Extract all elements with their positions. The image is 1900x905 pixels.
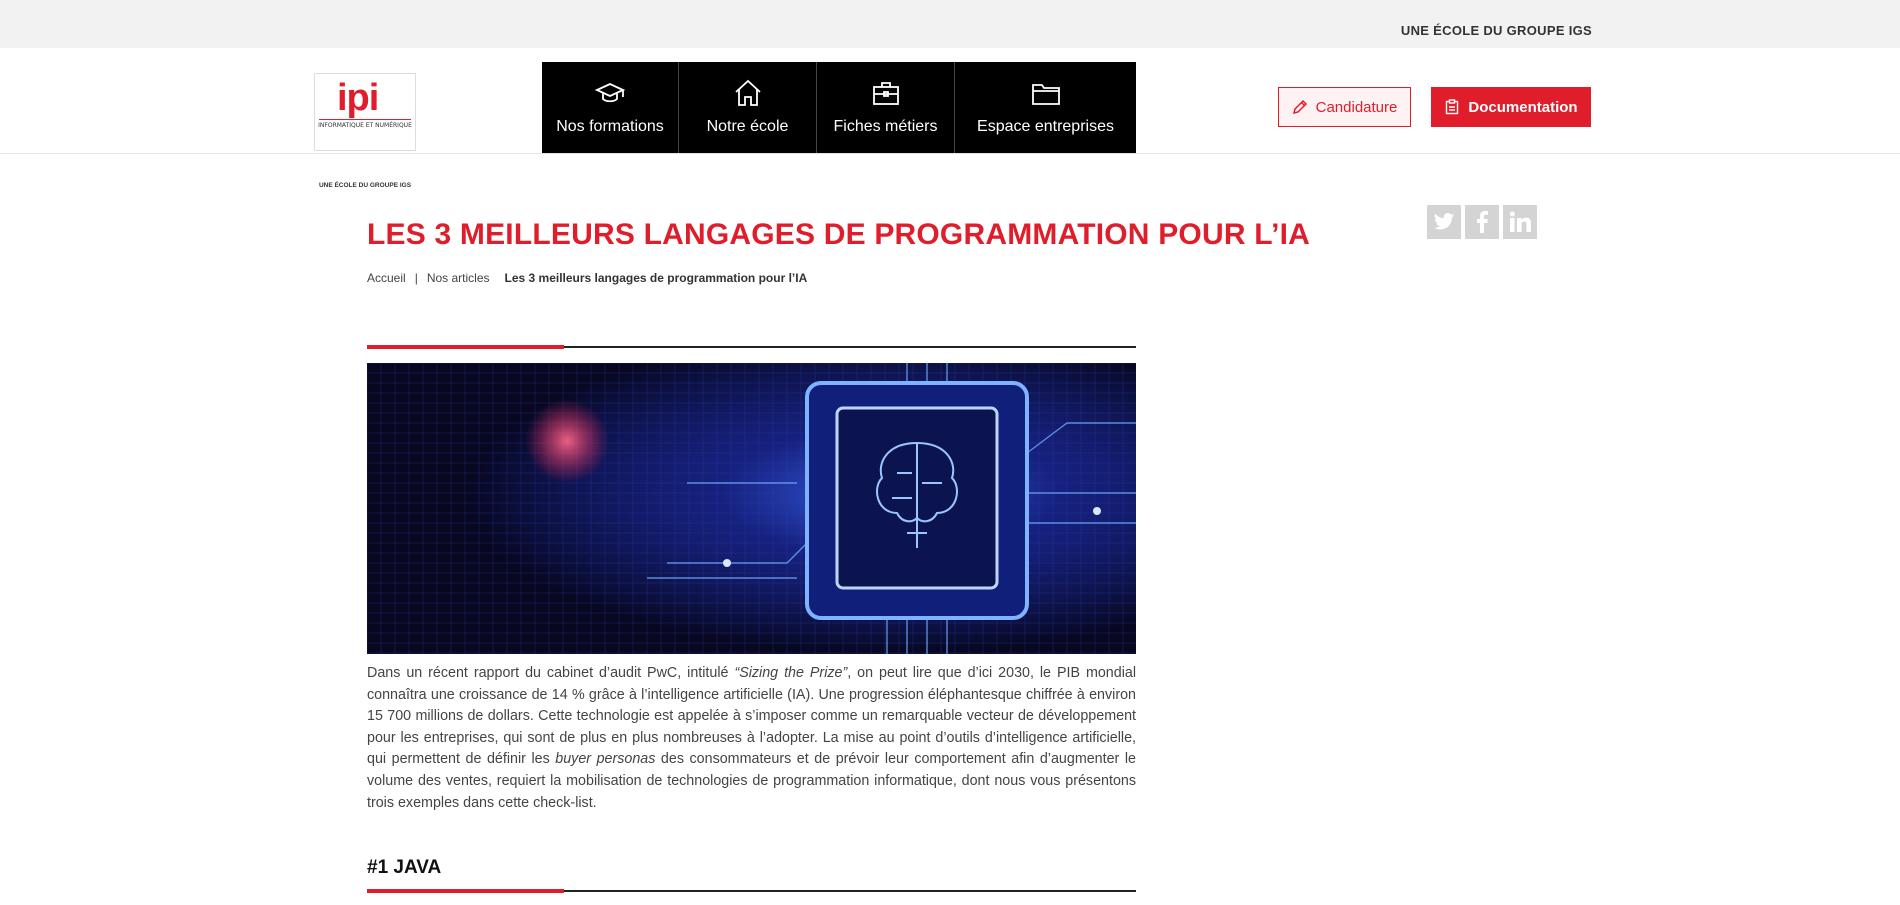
facebook-icon: [1477, 211, 1488, 233]
nav-label: Nos formations: [556, 118, 664, 135]
divider-accent: [367, 889, 564, 893]
nav-item-metiers[interactable]: Fiches métiers: [817, 62, 955, 153]
graduation-cap-icon: [595, 83, 625, 103]
group-label[interactable]: UNE ÉCOLE DU GROUPE IGS: [1401, 23, 1592, 38]
home-icon: [734, 79, 761, 106]
nav-item-entreprises[interactable]: Espace entreprises: [955, 62, 1136, 153]
section-heading-java: #1 JAVA: [367, 857, 442, 878]
nav-label: Fiches métiers: [833, 118, 938, 135]
intro-text-1: Dans un récent rapport du cabinet d’audi…: [367, 665, 735, 681]
logo-group-text: UNE ÉCOLE DU GROUPE IGS: [318, 182, 412, 189]
linkedin-icon: [1509, 211, 1531, 232]
divider-accent: [367, 345, 564, 349]
breadcrumb-current: Les 3 meilleurs langages de programmatio…: [504, 271, 808, 285]
documentation-label: Documentation: [1468, 98, 1578, 116]
share-linkedin[interactable]: [1503, 205, 1537, 239]
ai-chip-illustration: [367, 363, 1136, 654]
share-facebook[interactable]: [1465, 205, 1499, 239]
candidature-button[interactable]: Candidature: [1278, 87, 1411, 127]
breadcrumb-home[interactable]: Accueil: [367, 271, 406, 285]
share-twitter[interactable]: [1427, 205, 1461, 239]
intro-emphasis-2: buyer personas: [555, 751, 656, 768]
nav-item-ecole[interactable]: Notre école: [679, 62, 817, 153]
logo-brand: ipi: [337, 77, 379, 119]
intro-emphasis-1: “Sizing the Prize”: [734, 665, 848, 681]
ipi-logo[interactable]: ipi INFORMATIQUE ET NUMÉRIQUE: [314, 73, 416, 151]
documentation-button[interactable]: Documentation: [1431, 87, 1591, 127]
share-buttons: [1427, 205, 1537, 239]
folder-icon: [1031, 84, 1060, 105]
breadcrumb-separator: |: [414, 271, 418, 285]
nav-item-formations[interactable]: Nos formations: [542, 62, 679, 153]
breadcrumb: Accueil | Nos articles Les 3 meilleurs l…: [367, 271, 807, 285]
section-divider: [367, 345, 1136, 349]
main-nav: Nos formations Notre école Fiches métier…: [542, 62, 1136, 153]
logo-rule: [319, 119, 411, 120]
nav-label: Espace entreprises: [977, 118, 1114, 135]
briefcase-icon: [872, 82, 899, 105]
pencil-icon: [1292, 99, 1307, 115]
site-header: ipi INFORMATIQUE ET NUMÉRIQUE UNE ÉCOLE …: [0, 48, 1900, 189]
candidature-label: Candidature: [1315, 98, 1398, 116]
logo-tagline: INFORMATIQUE ET NUMÉRIQUE: [318, 122, 412, 129]
section-divider: [367, 889, 1136, 893]
breadcrumb-section[interactable]: Nos articles: [427, 271, 490, 285]
nav-label: Notre école: [706, 118, 789, 135]
article-hero-image: [367, 363, 1136, 654]
article-intro: Dans un récent rapport du cabinet d’audi…: [367, 663, 1136, 814]
top-bar: UNE ÉCOLE DU GROUPE IGS: [0, 0, 1900, 48]
document-icon: [1446, 99, 1459, 115]
twitter-icon: [1433, 213, 1455, 230]
page-title: LES 3 MEILLEURS LANGAGES DE PROGRAMMATIO…: [367, 218, 1311, 251]
